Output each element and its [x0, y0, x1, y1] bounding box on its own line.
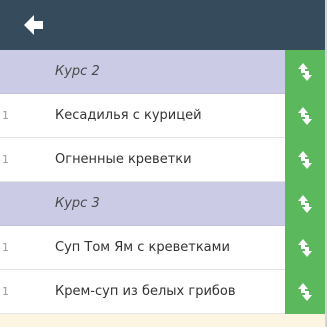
- row-quantity: 1: [2, 285, 9, 298]
- dish-label: Кесадилья с курицей: [55, 108, 202, 123]
- reorder-arrows-icon: [298, 283, 312, 301]
- course-label: Курс 2: [55, 64, 100, 79]
- course-label: Курс 3: [55, 196, 100, 211]
- move-button[interactable]: [285, 94, 325, 138]
- row-quantity: 1: [2, 241, 9, 254]
- dish-row[interactable]: 1 Огненные креветки: [0, 138, 325, 182]
- dish-row[interactable]: 1 Кесадилья с курицей: [0, 94, 325, 138]
- arrow-left-icon: [24, 15, 43, 35]
- dish-label: Огненные креветки: [55, 152, 192, 167]
- reorder-arrows-icon: [298, 151, 312, 169]
- order-list: Курс 2 1 Кесадилья с курицей 1 Огненные …: [0, 50, 325, 314]
- dish-label: Суп Том Ям с креветками: [55, 240, 230, 255]
- reorder-arrows-icon: [298, 195, 312, 213]
- dish-row[interactable]: 1 Крем-суп из белых грибов: [0, 270, 325, 314]
- course-row[interactable]: Курс 3: [0, 182, 325, 226]
- dish-label: Крем-суп из белых грибов: [55, 284, 236, 299]
- row-quantity: 1: [2, 109, 9, 122]
- move-button[interactable]: [285, 270, 325, 314]
- move-button[interactable]: [285, 138, 325, 182]
- move-button[interactable]: [285, 182, 325, 226]
- move-button[interactable]: [285, 226, 325, 270]
- row-quantity: [0, 182, 16, 226]
- top-bar: [0, 0, 325, 50]
- course-row[interactable]: Курс 2: [0, 50, 325, 94]
- row-quantity: 1: [2, 153, 9, 166]
- order-panel: Курс 2 1 Кесадилья с курицей 1 Огненные …: [0, 0, 326, 327]
- row-quantity: [0, 50, 16, 94]
- reorder-arrows-icon: [298, 107, 312, 125]
- back-button[interactable]: [22, 13, 46, 37]
- reorder-arrows-icon: [298, 239, 312, 257]
- move-button[interactable]: [285, 50, 325, 94]
- dish-row[interactable]: 1 Суп Том Ям с креветками: [0, 226, 325, 270]
- reorder-arrows-icon: [298, 63, 312, 81]
- footer-strip: [0, 314, 325, 327]
